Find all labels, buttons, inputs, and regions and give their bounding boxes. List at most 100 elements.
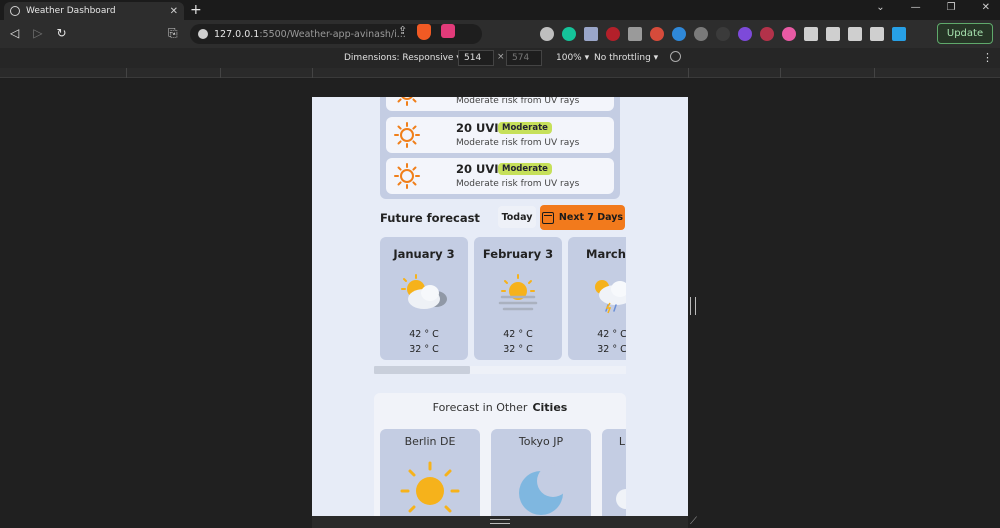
close-tab-icon[interactable]: ✕ <box>170 6 178 17</box>
city-card[interactable]: Berlin DE <box>380 429 480 516</box>
forecast-high-temp: 42 ° C <box>409 329 439 340</box>
cloud-sun-icon <box>401 274 447 309</box>
brave-shield-icon[interactable] <box>417 24 432 40</box>
forward-icon[interactable]: ▷ <box>33 26 42 40</box>
tab-title: Weather Dashboard <box>26 6 116 16</box>
extension-icon[interactable] <box>672 27 686 41</box>
extension-icon[interactable] <box>628 27 642 41</box>
omnibox-icons: ⇪ <box>398 24 456 40</box>
forecast-carousel[interactable]: January 3 42 ° C 32 ° C February 3 42 ° … <box>374 233 626 365</box>
minimize-icon[interactable]: — <box>911 2 921 13</box>
bookmark-icon[interactable]: ⎘ <box>168 26 178 41</box>
forecast-high-temp: 42 ° C <box>597 329 626 340</box>
uv-level-badge: Moderate <box>498 122 552 134</box>
restore-icon[interactable]: ❐ <box>947 2 956 13</box>
uv-card: 20 UVI Moderate Moderate risk from UV ra… <box>386 158 614 194</box>
sidebar-icon[interactable] <box>848 27 862 41</box>
sun-fog-icon <box>498 274 538 311</box>
uv-card: Moderate risk from UV rays <box>386 97 614 111</box>
sun-icon <box>400 461 460 513</box>
extension-icon[interactable] <box>760 27 774 41</box>
browser-tab[interactable]: Weather Dashboard ✕ <box>4 2 184 20</box>
extension-icon[interactable] <box>540 27 554 41</box>
update-button[interactable]: Update <box>937 23 993 44</box>
forecast-high-temp: 42 ° C <box>503 329 533 340</box>
resize-handle-bottom[interactable] <box>490 519 510 524</box>
forecast-date: January 3 <box>393 247 455 261</box>
zoom-dropdown[interactable]: 100% ▾ <box>556 53 589 63</box>
calendar-icon <box>541 211 554 224</box>
uv-card: 20 UVI Moderate Moderate risk from UV ra… <box>386 117 614 153</box>
forecast-scrollbar[interactable] <box>374 366 626 374</box>
sun-icon <box>394 163 420 189</box>
new-tab-button[interactable]: + <box>190 2 202 18</box>
future-forecast-title: Future forecast <box>380 211 480 225</box>
forecast-low-temp: 32 ° C <box>409 344 439 355</box>
forecast-card: February 3 42 ° C 32 ° C <box>474 237 562 360</box>
dimensions-dropdown[interactable]: Dimensions: Responsive ▾ <box>344 53 461 63</box>
browser-toolbar: ◁ ▷ ↻ ⎘ 127.0.0.1 :5500/Weather-app-avin… <box>0 20 1000 48</box>
city-card[interactable]: L <box>602 429 626 516</box>
emulated-viewport: Moderate risk from UV rays 20 UVI Modera… <box>312 97 688 516</box>
share-icon[interactable]: ⇪ <box>398 24 407 40</box>
next-7-days-label: Next 7 Days <box>558 212 624 223</box>
uv-desc: Moderate risk from UV rays <box>456 179 580 189</box>
brave-rewards-icon[interactable] <box>441 24 456 38</box>
uv-value: 20 UVI <box>456 121 499 135</box>
other-cities-title-prefix: Forecast in Other <box>432 401 528 414</box>
other-cities-panel: Forecast in Other Cities Berlin DE Tokyo … <box>374 393 626 516</box>
extension-icon[interactable] <box>782 27 796 41</box>
uv-desc: Moderate risk from UV rays <box>456 97 580 106</box>
other-cities-title-bold: Cities <box>532 401 568 414</box>
sun-icon <box>397 97 417 106</box>
today-button[interactable]: Today <box>498 206 536 228</box>
throttling-dropdown[interactable]: No throttling ▾ <box>594 53 658 63</box>
uv-value: 20 UVI <box>456 162 499 176</box>
url-host: 127.0.0.1 <box>214 28 260 40</box>
next-7-days-button[interactable]: Next 7 Days <box>540 205 625 230</box>
forecast-date: March 3 <box>586 247 626 261</box>
extensions-puzzle-icon[interactable] <box>804 27 818 41</box>
wallet-icon[interactable] <box>870 27 884 41</box>
extension-icon[interactable] <box>650 27 664 41</box>
uv-desc: Moderate risk from UV rays <box>456 138 580 148</box>
vscode-icon[interactable] <box>892 27 906 41</box>
grammarly-icon[interactable] <box>562 27 576 41</box>
extension-icon[interactable] <box>584 27 598 41</box>
rotate-icon[interactable] <box>670 51 681 62</box>
globe-icon <box>10 6 20 16</box>
resize-handle-right[interactable] <box>690 297 696 315</box>
reload-icon[interactable]: ↻ <box>56 26 66 40</box>
times-label: × <box>497 52 505 62</box>
extension-icon[interactable] <box>738 27 752 41</box>
forecast-card: January 3 42 ° C 32 ° C <box>380 237 468 360</box>
tab-bar: Weather Dashboard ✕ + ⌄ — ❐ ✕ <box>0 0 1000 20</box>
extension-icons <box>540 27 906 41</box>
resize-handle-corner[interactable]: ⟋ <box>690 516 697 527</box>
playlist-icon[interactable] <box>826 27 840 41</box>
url-path: :5500/Weather-app-avinash/i... <box>259 28 406 40</box>
device-toolbar: Dimensions: Responsive ▾ × 100% ▾ No thr… <box>0 48 1000 68</box>
forecast-low-temp: 32 ° C <box>597 344 626 355</box>
other-cities-title: Forecast in Other Cities <box>374 401 626 414</box>
extension-icon[interactable] <box>694 27 708 41</box>
city-name: Berlin DE <box>404 435 456 448</box>
sun-icon <box>394 122 420 148</box>
forecast-date: February 3 <box>482 247 554 261</box>
media-query-ruler <box>0 68 1000 78</box>
ublock-icon[interactable] <box>606 27 620 41</box>
height-input[interactable] <box>506 50 542 66</box>
width-input[interactable] <box>458 50 494 66</box>
more-options-icon[interactable]: ⋮ <box>982 51 993 64</box>
cloud-icon <box>616 489 626 509</box>
site-info-icon[interactable] <box>198 29 208 39</box>
forecast-low-temp: 32 ° C <box>503 344 533 355</box>
extension-icon[interactable] <box>716 27 730 41</box>
forecast-card: March 3 42 ° C 32 ° C <box>568 237 626 360</box>
back-icon[interactable]: ◁ <box>10 26 19 40</box>
cloud-rain-sun-icon <box>595 280 626 314</box>
scrollbar-thumb[interactable] <box>374 366 470 374</box>
uv-index-panel: Moderate risk from UV rays 20 UVI Modera… <box>380 97 620 199</box>
tab-search-icon[interactable]: ⌄ <box>876 2 884 13</box>
close-window-icon[interactable]: ✕ <box>982 2 990 13</box>
